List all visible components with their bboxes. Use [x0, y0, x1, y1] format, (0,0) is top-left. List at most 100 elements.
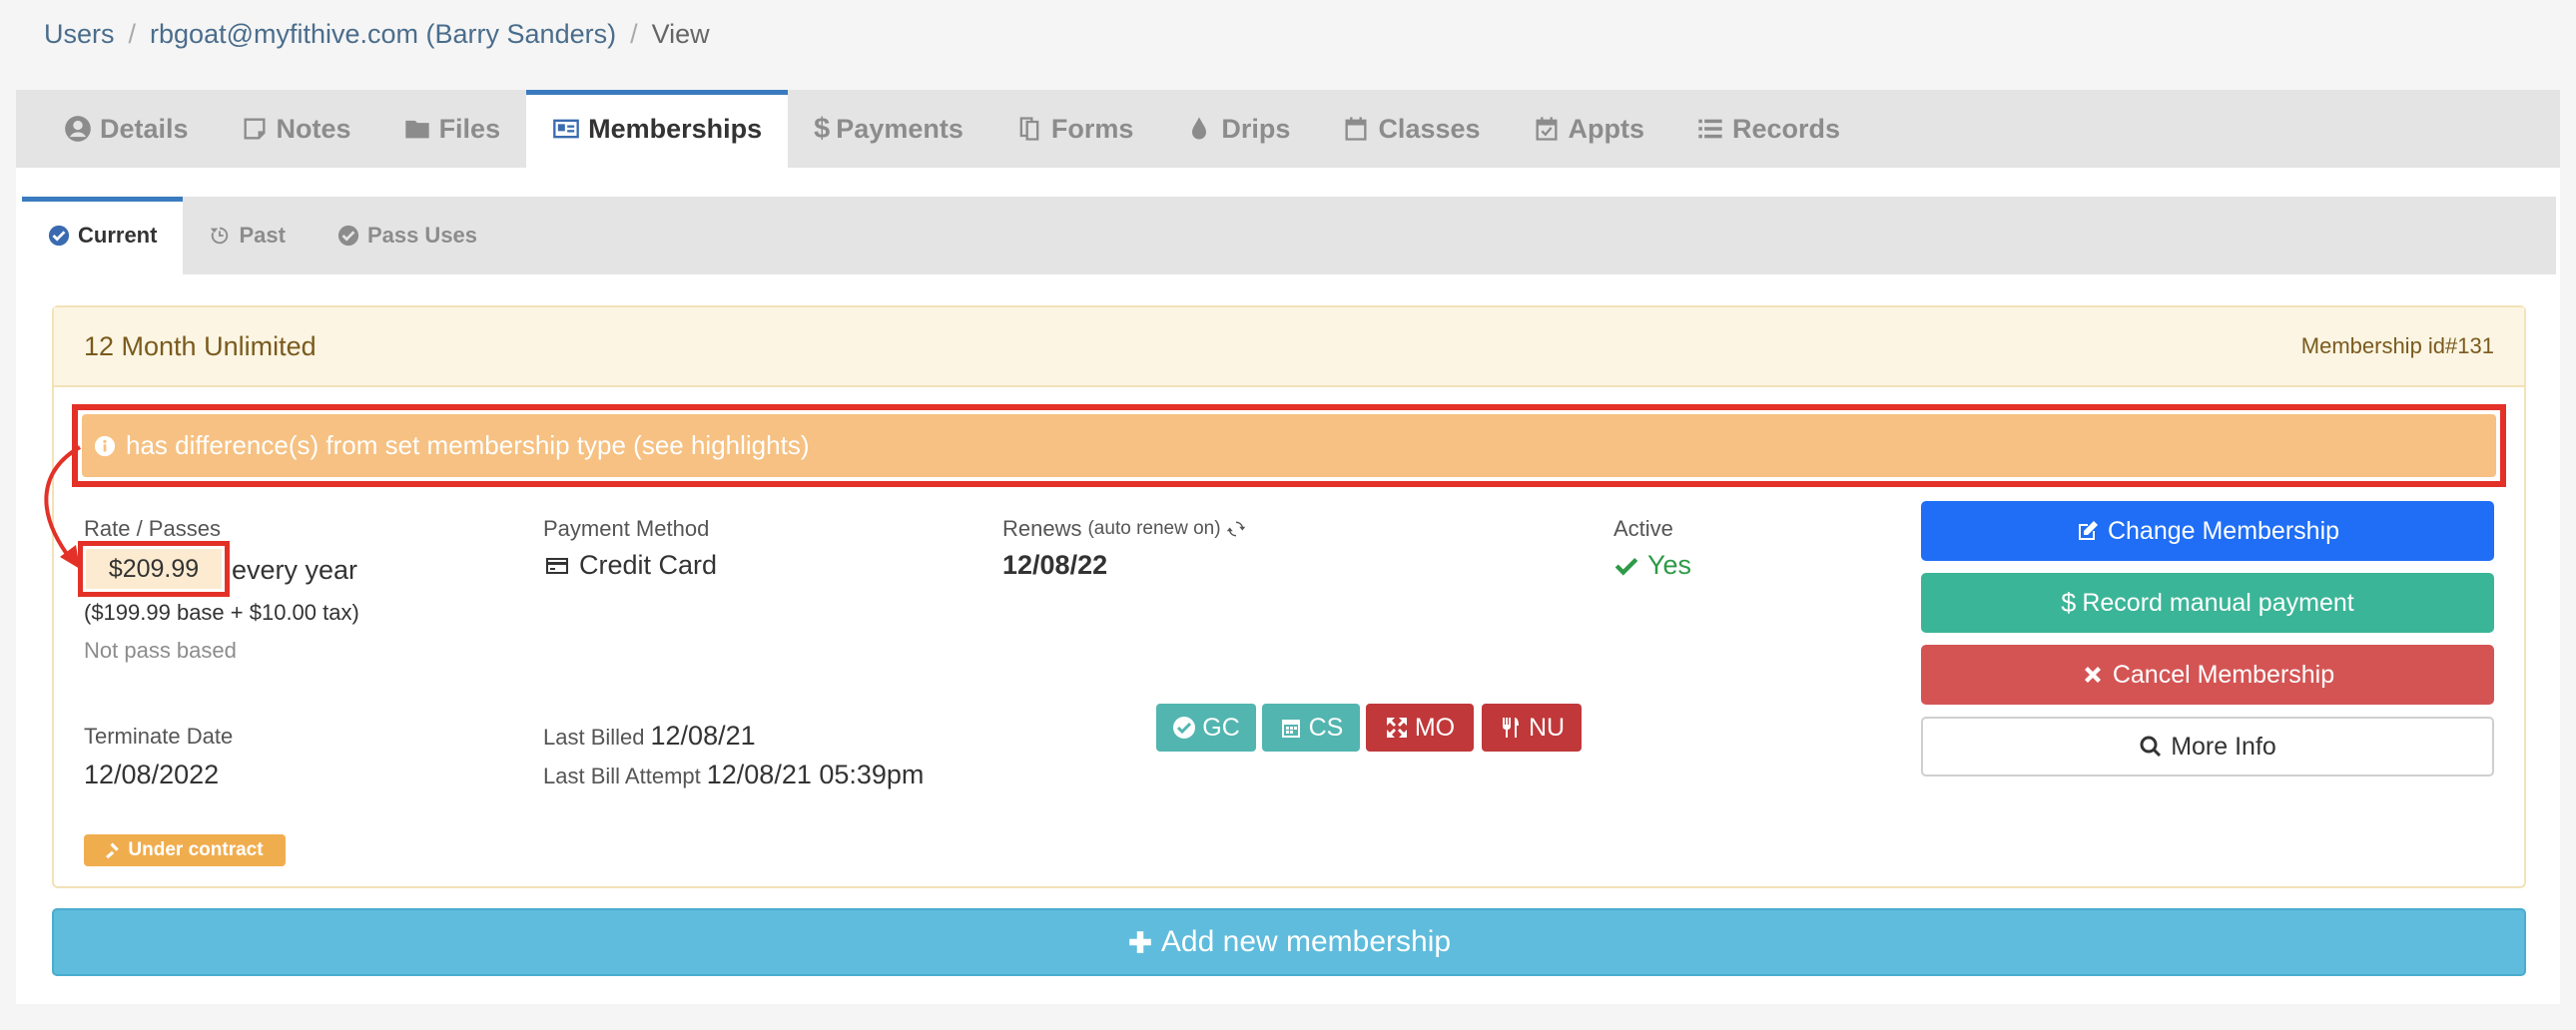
record-payment-button[interactable]: $ Record manual payment [1921, 573, 2494, 633]
tab-records[interactable]: Records [1670, 90, 1866, 168]
search-icon [2140, 736, 2162, 758]
subtab-current[interactable]: Current [22, 197, 184, 274]
subtab-pass-uses[interactable]: Pass Uses [312, 197, 503, 274]
cancel-membership-label: Cancel Membership [2112, 660, 2335, 689]
check-icon [1614, 557, 1638, 576]
tab-drips[interactable]: Drips [1159, 90, 1316, 168]
payment-method-value: Credit Card [543, 550, 717, 581]
tab-classes[interactable]: Classes [1316, 90, 1506, 168]
contract-label: Under contract [128, 839, 264, 860]
refresh-icon [1226, 521, 1245, 537]
check-circle-icon [1173, 717, 1196, 739]
tab-files[interactable]: Files [377, 90, 527, 168]
edit-icon [2078, 521, 2098, 540]
terminate-label: Terminate Date [84, 724, 234, 749]
gavel-icon [106, 842, 120, 859]
subtab-current-label: Current [78, 223, 158, 248]
last-attempt-value: 12/08/21 05:39pm [706, 760, 925, 789]
check-circle-icon [337, 225, 359, 247]
rate-label: Rate / Passes [84, 516, 221, 541]
tab-details-label: Details [100, 113, 189, 144]
subtab-pass-uses-label: Pass Uses [366, 223, 478, 248]
badge-cs[interactable]: CS [1262, 704, 1360, 752]
last-billed-value: 12/08/21 [650, 721, 756, 751]
active-value-text: Yes [1647, 550, 1692, 580]
drop-icon [1192, 117, 1207, 140]
tab-payments[interactable]: $ Payments [788, 90, 989, 168]
copy-icon [1019, 117, 1039, 141]
calendar-icon [1281, 720, 1300, 738]
history-icon [211, 227, 229, 245]
tab-forms[interactable]: Forms [989, 90, 1160, 168]
note-icon [244, 118, 266, 140]
tab-records-label: Records [1732, 113, 1841, 144]
subtab-past[interactable]: Past [183, 197, 311, 274]
subtab-past-label: Past [239, 223, 286, 248]
membership-title: 12 Month Unlimited [84, 330, 317, 361]
folder-icon [404, 120, 429, 139]
breadcrumb: Users / rbgoat@myfithive.com (Barry Sand… [16, 0, 2560, 68]
membership-id: Membership id#131 [2300, 333, 2494, 358]
id-card-icon [553, 119, 579, 139]
add-membership-button[interactable]: Add new membership [52, 908, 2526, 976]
badge-nu[interactable]: NU [1482, 704, 1582, 752]
payment-method-text: Credit Card [579, 550, 718, 580]
badge-mo-label: MO [1414, 713, 1456, 742]
expand-icon [1386, 718, 1407, 738]
tab-memberships[interactable]: Memberships [526, 90, 789, 168]
badge-gc-label: GC [1202, 713, 1240, 742]
last-attempt-row: Last Bill Attempt 12/08/21 05:39pm [543, 760, 924, 790]
renews-label: Renews [1002, 516, 1082, 541]
plus-icon [1129, 931, 1151, 953]
record-payment-label: Record manual payment [2082, 588, 2354, 617]
tab-classes-label: Classes [1378, 113, 1481, 144]
dollar-icon: $ [814, 112, 831, 145]
close-icon [2084, 667, 2101, 683]
tab-appts-label: Appts [1568, 113, 1645, 144]
calendar-check-icon [1536, 117, 1558, 141]
breadcrumb-user-link[interactable]: rbgoat@myfithive.com (Barry Sanders) [150, 19, 616, 50]
tab-forms-label: Forms [1050, 113, 1134, 144]
last-attempt-label: Last Bill Attempt [543, 764, 701, 788]
breadcrumb-separator: / [128, 18, 137, 49]
user-circle-icon [65, 116, 91, 142]
change-membership-label: Change Membership [2107, 516, 2340, 545]
more-info-label: More Info [2171, 732, 2276, 761]
contract-badge: Under contract [84, 834, 286, 866]
membership-card-header: 12 Month Unlimited Membership id#131 [54, 307, 2524, 387]
badge-nu-label: NU [1528, 713, 1566, 742]
rate-breakdown: ($199.99 base + $10.00 tax) [84, 600, 359, 625]
renews-label-group: Renews (auto renew on) [1002, 516, 1245, 542]
payment-method-label: Payment Method [543, 516, 710, 541]
breadcrumb-users-link[interactable]: Users [44, 19, 115, 50]
cancel-membership-button[interactable]: Cancel Membership [1921, 645, 2494, 705]
active-label: Active [1613, 516, 1673, 541]
tab-drips-label: Drips [1221, 113, 1291, 144]
breadcrumb-current: View [651, 18, 710, 49]
badge-mo[interactable]: MO [1366, 704, 1474, 752]
tab-files-label: Files [438, 113, 501, 144]
tab-appts[interactable]: Appts [1507, 90, 1671, 168]
renews-note: (auto renew on) [1087, 518, 1221, 539]
breadcrumb-separator: / [630, 18, 638, 49]
tab-memberships-label: Memberships [588, 113, 763, 144]
sub-tabs: Current Past Pass Uses [22, 197, 2556, 274]
rate-period: every year [232, 555, 358, 585]
dollar-icon: $ [2061, 587, 2077, 618]
badge-gc[interactable]: GC [1156, 704, 1256, 752]
last-billed-label: Last Billed [543, 725, 645, 750]
difference-warning: has difference(s) from set membership ty… [82, 414, 2496, 477]
tab-payments-label: Payments [836, 113, 964, 144]
renews-date: 12/08/22 [1002, 550, 1108, 580]
list-icon [1698, 119, 1722, 139]
add-membership-label: Add new membership [1160, 925, 1452, 958]
more-info-button[interactable]: More Info [1921, 717, 2494, 776]
price-value: $209.99 [86, 549, 222, 589]
last-billed-row: Last Billed 12/08/21 [543, 721, 756, 752]
tab-details[interactable]: Details [38, 90, 215, 168]
tab-notes[interactable]: Notes [215, 90, 377, 168]
terminate-value: 12/08/2022 [84, 760, 220, 789]
tab-notes-label: Notes [276, 113, 351, 144]
warning-text: has difference(s) from set membership ty… [126, 430, 810, 460]
change-membership-button[interactable]: Change Membership [1921, 501, 2494, 561]
